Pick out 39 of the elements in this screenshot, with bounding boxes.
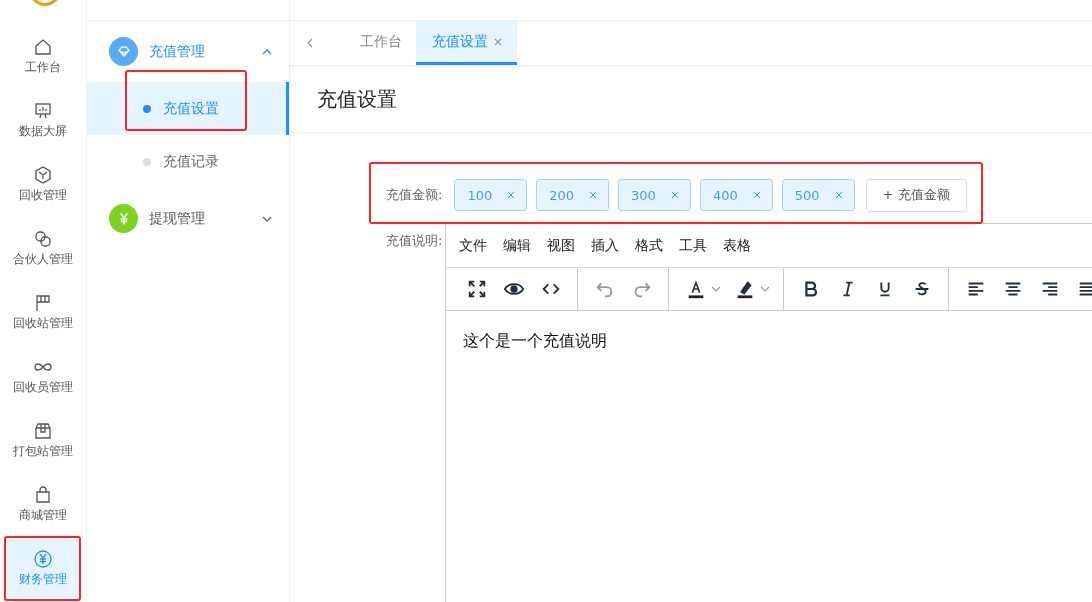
link-icon	[33, 228, 53, 249]
rail-menu-item[interactable]: 打包站管理	[0, 408, 86, 472]
amount-tag: 100	[454, 179, 528, 211]
editor-menu-item[interactable]: 工具	[679, 236, 708, 255]
submenu-group[interactable]: 提现管理	[87, 188, 289, 249]
rail-menu-item[interactable]: 合伙人管理	[0, 216, 86, 280]
amount-tag: 200	[536, 179, 610, 211]
package-icon	[33, 420, 53, 441]
amount-tag: 400	[699, 179, 773, 211]
dot-icon	[143, 157, 151, 166]
submenu-item[interactable]: 充值记录	[87, 135, 289, 188]
rail-menu-item[interactable]: 数据大屏	[0, 88, 86, 152]
flag-icon	[33, 292, 53, 313]
editor-menu-item[interactable]: 插入	[591, 236, 620, 255]
editor-menu-item[interactable]: 格式	[635, 236, 664, 255]
rail-menu-item[interactable]: 工作台	[0, 24, 86, 88]
rich-text-editor[interactable]: 文件 编辑 视图 插入 格式 工具 表格 这个是一个充值说明	[445, 223, 1092, 602]
cube-icon	[33, 164, 53, 185]
amount-tag: 300	[618, 179, 691, 211]
field-label: 充值金额:	[386, 186, 443, 204]
rail-menu-item[interactable]: 回收员管理	[0, 344, 86, 408]
rail-menu-item[interactable]: 回收站管理	[0, 280, 86, 344]
tab[interactable]: 工作台	[344, 21, 416, 65]
field-label: 充值说明:	[386, 232, 443, 250]
editor-menu-item[interactable]: 文件	[459, 236, 488, 255]
dot-icon	[143, 104, 151, 113]
editor-menu-item[interactable]: 视图	[547, 236, 576, 255]
page-title: 充值设置	[317, 85, 397, 113]
amount-tag: 500	[781, 179, 855, 211]
bag-icon	[33, 484, 53, 505]
rail-menu-item[interactable]: 商城管理	[0, 472, 86, 536]
close-icon[interactable]	[493, 36, 503, 47]
editor-text: 这个是一个充值说明	[463, 331, 608, 350]
rail-menu-item[interactable]: 回收管理	[0, 152, 86, 216]
editor-menu-item[interactable]: 表格	[723, 236, 752, 255]
yuan-icon	[33, 548, 53, 569]
add-amount-button[interactable]: + 充值金额	[865, 178, 967, 212]
chart-board-icon	[33, 100, 53, 121]
editor-menu-item[interactable]: 编辑	[503, 236, 532, 255]
